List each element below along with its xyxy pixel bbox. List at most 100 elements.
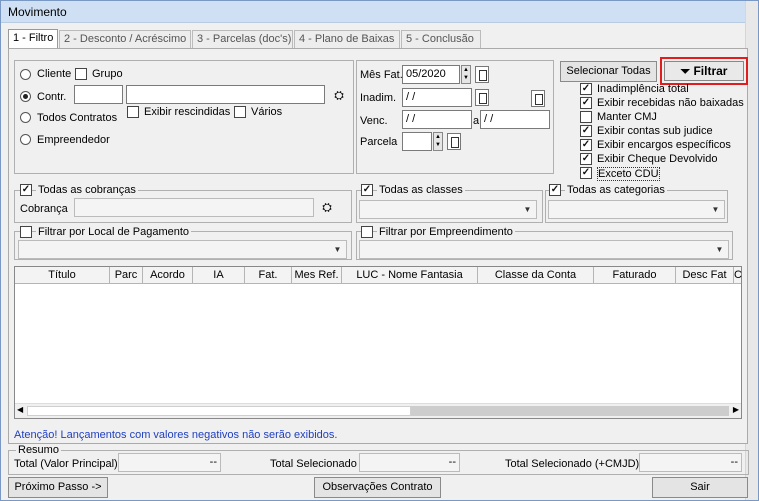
local-pagamento-combo[interactable]: ▼ (18, 240, 347, 259)
chevron-down-icon: ▼ (523, 205, 532, 214)
todas-categorias-checkbox[interactable]: ✓ (549, 184, 561, 196)
venc-from-input[interactable]: / / (402, 110, 472, 129)
mes-fat-input[interactable]: 05/2020 (402, 65, 460, 84)
scroll-thumb[interactable] (411, 406, 729, 416)
col-parc[interactable]: Parc (110, 267, 143, 284)
venc-label: Venc. (360, 115, 388, 127)
col-titulo[interactable]: Título (15, 267, 110, 284)
todos-contratos-label: Todos Contratos (37, 112, 118, 124)
total-cmjd-label: Total Selecionado (+CMJD) (505, 458, 640, 470)
movements-grid[interactable]: Título Parc Acordo IA Fat. Mes Ref. LUC … (14, 266, 742, 419)
chevron-down-icon: ▼ (711, 205, 720, 214)
next-step-button[interactable]: Próximo Passo -> (8, 477, 108, 498)
scroll-track[interactable] (27, 406, 411, 416)
tab-filtro[interactable]: 1 - Filtro (8, 29, 58, 49)
scroll-right-icon[interactable]: ▶ (733, 405, 739, 414)
inadim-input[interactable]: / / (402, 88, 472, 107)
parcela-doc-icon[interactable] (447, 133, 461, 150)
local-pagamento-checkbox[interactable] (20, 226, 32, 238)
todos-contratos-radio[interactable] (20, 112, 31, 123)
parcela-label: Parcela (360, 136, 398, 148)
inadim-doc-icon[interactable] (475, 89, 489, 106)
parcela-spinner[interactable]: ▲ ▼ (433, 132, 443, 151)
cheque-devolvido-label: Exibir Cheque Devolvido (597, 153, 718, 165)
encargos-checkbox[interactable]: ✓ (580, 139, 592, 151)
total-selecionado-label: Total Selecionado (270, 458, 357, 470)
grupo-label: Grupo (92, 68, 123, 80)
col-luc-nome-fantasia[interactable]: LUC - Nome Fantasia (342, 267, 478, 284)
cobranca-input[interactable] (74, 198, 314, 217)
negative-values-warning: Atenção! Lançamentos com valores negativ… (14, 429, 338, 441)
mes-fat-spinner[interactable]: ▲ ▼ (461, 65, 471, 84)
tab-desconto-acrescimo[interactable]: 2 - Desconto / Acréscimo (59, 30, 191, 48)
exibir-recebidas-checkbox[interactable]: ✓ (580, 97, 592, 109)
inadim-label: Inadim. (360, 92, 397, 104)
tab-parcelas[interactable]: 3 - Parcelas (doc's) (192, 30, 293, 48)
sub-judice-checkbox[interactable]: ✓ (580, 125, 592, 137)
exibir-rescindidas-label: Exibir rescindidas (144, 106, 231, 118)
varios-checkbox[interactable] (234, 106, 246, 118)
grid-header: Título Parc Acordo IA Fat. Mes Ref. LUC … (15, 267, 742, 284)
contr-radio[interactable] (20, 91, 31, 102)
exibir-recebidas-label: Exibir recebidas não baixadas (597, 97, 744, 109)
empreendimento-label: Filtrar por Empreendimento (377, 226, 515, 238)
manter-cmj-checkbox[interactable] (580, 111, 592, 123)
col-faturado[interactable]: Faturado (594, 267, 676, 284)
col-fat[interactable]: Fat. (245, 267, 292, 284)
cheque-devolvido-checkbox[interactable]: ✓ (580, 153, 592, 165)
exceto-cdu-checkbox[interactable]: ✓ (580, 167, 592, 179)
venc-to-input[interactable]: / / (480, 110, 550, 129)
chevron-down-icon: ▼ (333, 245, 342, 254)
mes-fat-doc-icon[interactable] (475, 66, 489, 83)
col-desc-fat[interactable]: Desc Fat (676, 267, 734, 284)
chevron-down-icon: ▼ (715, 245, 724, 254)
grupo-checkbox[interactable] (75, 68, 87, 80)
col-classe-conta[interactable]: Classe da Conta (478, 267, 594, 284)
col-co[interactable]: Co (734, 267, 742, 284)
contr-name-input[interactable] (126, 85, 325, 104)
classes-combo[interactable]: ▼ (359, 200, 537, 219)
todas-cobrancas-checkbox[interactable]: ✓ (20, 184, 32, 196)
encargos-label: Exibir encargos específicos (597, 139, 731, 151)
exibir-rescindidas-checkbox[interactable] (127, 106, 139, 118)
total-cmjd-value: -- (639, 453, 742, 472)
col-acordo[interactable]: Acordo (143, 267, 193, 284)
filter-button-label: Filtrar (693, 64, 728, 78)
manter-cmj-label: Manter CMJ (597, 111, 657, 123)
cliente-label: Cliente (37, 68, 72, 80)
grid-horizontal-scrollbar[interactable]: ◀ ▶ (15, 403, 741, 418)
categorias-combo[interactable]: ▼ (548, 200, 725, 219)
title-bar: Movimento (1, 1, 758, 23)
todas-classes-label: Todas as classes (377, 184, 465, 196)
venc-separator: a (473, 115, 480, 127)
cliente-radio[interactable] (20, 69, 31, 80)
total-selecionado-value: -- (359, 453, 460, 472)
todas-categorias-label: Todas as categorias (565, 184, 667, 196)
contr-label: Contr. (37, 91, 67, 103)
observacoes-contrato-button[interactable]: Observações Contrato (314, 477, 441, 498)
empreendimento-checkbox[interactable] (361, 226, 373, 238)
empreendimento-combo[interactable]: ▼ (359, 240, 729, 259)
inadimplencia-total-checkbox[interactable]: ✓ (580, 83, 592, 95)
local-pagamento-label: Filtrar por Local de Pagamento (36, 226, 192, 238)
sub-judice-label: Exibir contas sub judice (597, 125, 713, 137)
total-principal-value: -- (118, 453, 221, 472)
tab-conclusao[interactable]: 5 - Conclusão (401, 30, 481, 48)
col-mes-ref[interactable]: Mes Ref. (292, 267, 342, 284)
tab-plano-baixas[interactable]: 4 - Plano de Baixas (294, 30, 400, 48)
select-all-button[interactable]: Selecionar Todas (560, 61, 657, 82)
resumo-title: Resumo (16, 444, 61, 456)
exit-button[interactable]: Sair (652, 477, 748, 498)
cobranca-label: Cobrança (20, 203, 68, 215)
extra-doc-icon[interactable] (531, 90, 545, 107)
contr-code-input[interactable] (74, 85, 123, 104)
binoculars-icon[interactable]: ⛭ (318, 198, 336, 216)
binoculars-icon[interactable]: ⛭ (330, 86, 348, 104)
scroll-left-icon[interactable]: ◀ (17, 405, 23, 414)
empreendedor-radio[interactable] (20, 134, 31, 145)
col-ia[interactable]: IA (193, 267, 245, 284)
todas-classes-checkbox[interactable]: ✓ (361, 184, 373, 196)
filter-button[interactable]: ⏷ Filtrar (660, 57, 748, 85)
parcela-input[interactable] (402, 132, 432, 151)
mes-fat-label: Mês Fat. (360, 69, 403, 81)
